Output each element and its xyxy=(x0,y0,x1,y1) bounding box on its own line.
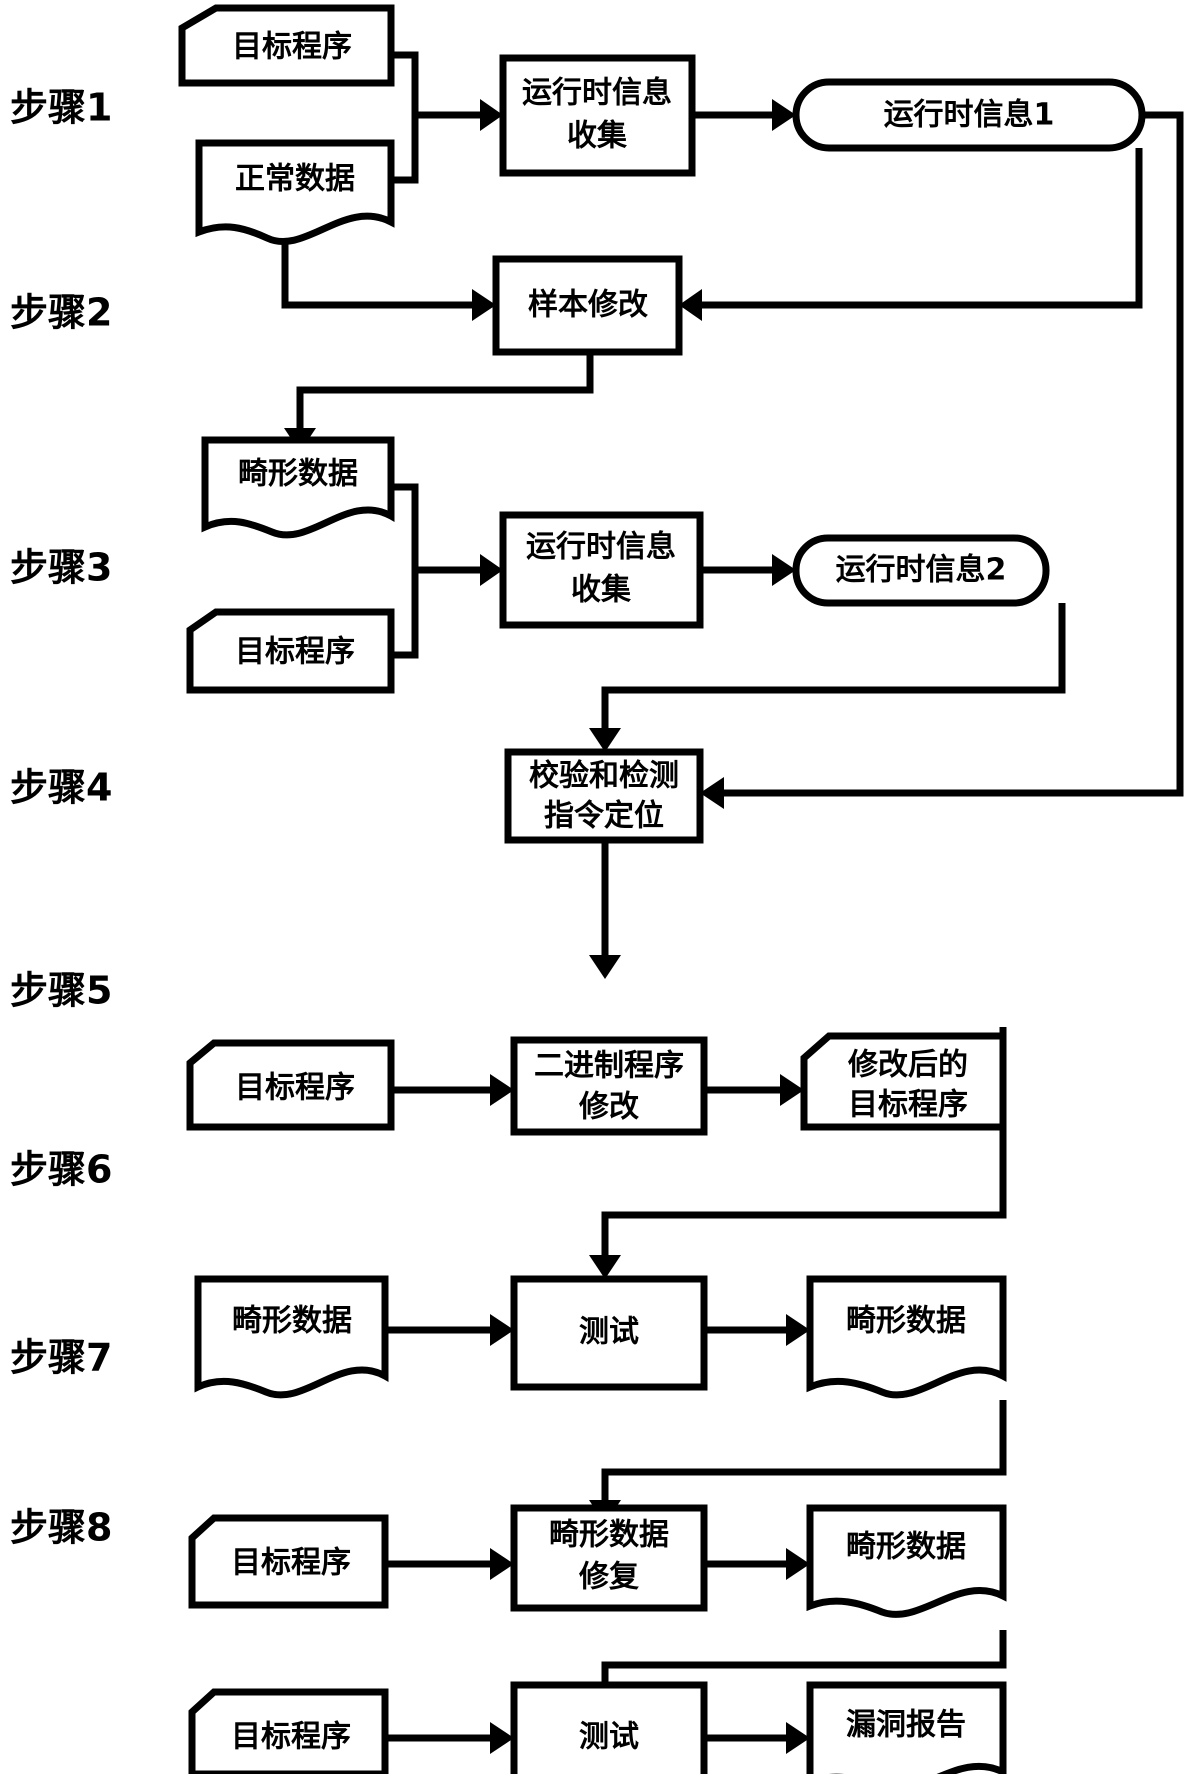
edge-malformed6-to-repair xyxy=(601,1400,1007,1500)
arrowhead-modified-target xyxy=(780,1074,804,1106)
node-label: 目标程序 xyxy=(232,30,352,65)
step-label-2: 步骤2 xyxy=(10,291,112,335)
edge-normaldata-to-collect-1 xyxy=(393,115,419,184)
node-label-line2: 修复 xyxy=(578,1560,639,1595)
node-label: 运行时信息1 xyxy=(884,98,1055,133)
node-malformed-data-7-out[interactable]: 畸形数据 xyxy=(806,1504,1007,1618)
node-label-line2: 收集 xyxy=(567,119,628,154)
arrowhead-repair-left xyxy=(490,1548,514,1580)
node-label: 目标程序 xyxy=(235,1071,355,1106)
flowchart-canvas: 步骤1 步骤2 步骤3 步骤4 步骤5 步骤6 步骤7 步骤8 目标程序 正常数… xyxy=(0,0,1199,1774)
node-runtime-collect-1[interactable]: 运行时信息 收集 xyxy=(499,54,696,177)
node-label: 测试 xyxy=(579,1720,639,1755)
node-label: 畸形数据 xyxy=(238,457,358,492)
step-label-6: 步骤6 xyxy=(10,1148,112,1192)
arrowhead-sample-modify-left xyxy=(472,289,496,321)
node-label: 测试 xyxy=(579,1315,639,1350)
node-label-line2: 收集 xyxy=(571,573,632,608)
node-label: 目标程序 xyxy=(235,635,355,670)
edge-runtime1-to-sample-modify xyxy=(702,148,1143,309)
node-label: 漏洞报告 xyxy=(846,1708,966,1743)
step-label-3: 步骤3 xyxy=(10,546,112,590)
node-label: 运行时信息2 xyxy=(836,553,1007,588)
node-vulnerability-report[interactable]: 漏洞报告 xyxy=(806,1681,1007,1774)
step-label-5: 步骤5 xyxy=(10,969,112,1013)
connectors xyxy=(281,51,1184,1754)
step-label-7: 步骤7 xyxy=(10,1336,112,1380)
node-label: 样本修改 xyxy=(528,288,648,323)
node-normal-data-1[interactable]: 正常数据 xyxy=(195,139,395,245)
node-test-6[interactable]: 测试 xyxy=(510,1275,708,1391)
arrowhead-verify-top xyxy=(589,728,621,752)
node-label-line2: 修改 xyxy=(578,1090,639,1125)
step-label-8: 步骤8 xyxy=(10,1506,112,1550)
node-runtime-collect-3[interactable]: 运行时信息 收集 xyxy=(499,511,704,629)
step-label-4: 步骤4 xyxy=(10,766,112,810)
arrowhead-malformed6-out xyxy=(786,1314,810,1346)
node-malformed-repair[interactable]: 畸形数据 修复 xyxy=(510,1504,708,1612)
node-label: 正常数据 xyxy=(235,162,355,197)
arrowhead-test6-left xyxy=(490,1314,514,1346)
node-runtime-info-2[interactable]: 运行时信息2 xyxy=(792,534,1050,607)
edge-sample-modify-to-malformed xyxy=(296,352,594,428)
node-label-line1: 二进制程序 xyxy=(534,1049,684,1084)
node-malformed-data-6-out[interactable]: 畸形数据 xyxy=(806,1275,1007,1399)
arrowhead-test8-left xyxy=(490,1722,514,1754)
arrowhead-test6-top xyxy=(589,1255,621,1279)
node-label-line1: 畸形数据 xyxy=(549,1518,669,1553)
edge-target-to-collect-1 xyxy=(393,51,480,119)
node-runtime-info-1[interactable]: 运行时信息1 xyxy=(792,78,1146,152)
arrowhead-binary-modify-top xyxy=(589,955,621,979)
step-labels: 步骤1 步骤2 步骤3 步骤4 步骤5 步骤6 步骤7 步骤8 xyxy=(10,86,112,1550)
node-label-line1: 运行时信息 xyxy=(526,530,676,565)
arrowhead-runtime2 xyxy=(772,554,796,586)
node-sample-modify[interactable]: 样本修改 xyxy=(492,255,683,356)
edge-malformed7-to-test8 xyxy=(601,1630,1007,1685)
arrowhead-vuln-report xyxy=(786,1722,810,1754)
node-malformed-data-3[interactable]: 畸形数据 xyxy=(201,436,395,539)
arrowhead-binary-modify-left xyxy=(490,1074,514,1106)
node-label-line1: 校验和检测 xyxy=(529,759,679,794)
flowchart-svg: 步骤1 步骤2 步骤3 步骤4 步骤5 步骤6 步骤7 步骤8 目标程序 正常数… xyxy=(10,4,1184,1774)
node-label-line1: 运行时信息 xyxy=(522,76,672,111)
node-target-program-5[interactable]: 目标程序 xyxy=(186,1039,395,1131)
edge-normaldata-to-sample-modify xyxy=(281,243,472,309)
node-label: 目标程序 xyxy=(231,1546,351,1581)
node-test-8[interactable]: 测试 xyxy=(510,1681,708,1774)
node-binary-modify[interactable]: 二进制程序 修改 xyxy=(510,1036,708,1136)
node-target-program-7[interactable]: 目标程序 xyxy=(188,1514,389,1609)
node-label-line1: 修改后的 xyxy=(847,1048,968,1083)
node-target-program-1[interactable]: 目标程序 xyxy=(178,4,395,87)
node-modified-target-program[interactable]: 修改后的 目标程序 xyxy=(800,1032,1007,1131)
arrowhead-malformed7-out xyxy=(786,1548,810,1580)
node-verify-and-locate[interactable]: 校验和检测 指令定位 xyxy=(504,748,704,844)
node-target-program-3[interactable]: 目标程序 xyxy=(186,608,395,694)
node-label: 畸形数据 xyxy=(232,1304,352,1339)
edge-target-to-collect-3 xyxy=(393,570,419,659)
node-malformed-data-6-in[interactable]: 畸形数据 xyxy=(194,1275,389,1399)
node-label: 畸形数据 xyxy=(846,1304,966,1339)
arrowhead-runtime1 xyxy=(772,99,796,131)
step-label-1: 步骤1 xyxy=(10,86,112,130)
arrowhead-verify-right xyxy=(700,777,724,809)
node-label: 畸形数据 xyxy=(846,1530,966,1565)
node-label-line2: 目标程序 xyxy=(848,1088,968,1123)
node-target-program-8[interactable]: 目标程序 xyxy=(188,1688,389,1774)
edge-malformed-to-collect-3 xyxy=(393,483,480,574)
node-label-line2: 指令定位 xyxy=(544,799,664,834)
node-label: 目标程序 xyxy=(231,1720,351,1755)
